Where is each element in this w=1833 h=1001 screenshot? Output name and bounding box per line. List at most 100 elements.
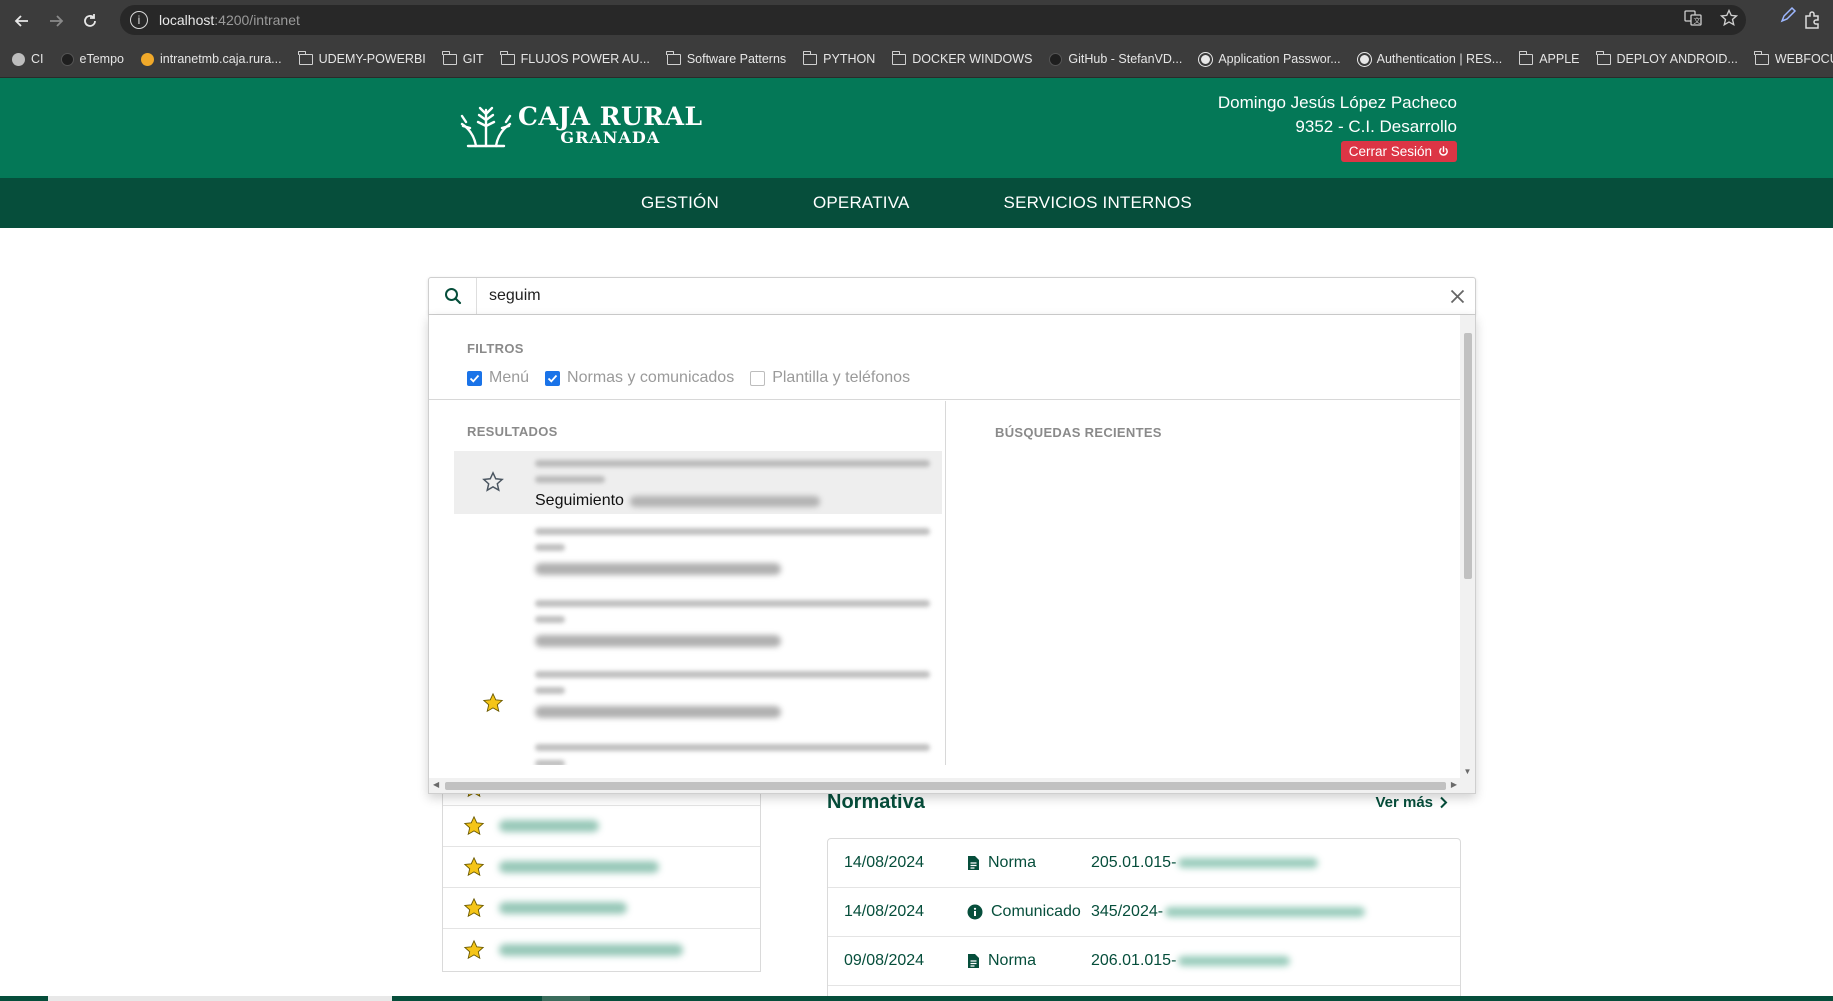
scroll-right-arrow-icon[interactable]: ▶ (1451, 780, 1457, 789)
scrollbar-thumb[interactable] (445, 782, 1446, 790)
caja-rural-logo[interactable]: CAJA RURAL GRANADA (458, 100, 703, 150)
folder-icon (298, 50, 313, 65)
filter-menu-label[interactable]: Menú (489, 369, 529, 387)
site-info-icon[interactable]: i (130, 11, 148, 29)
result-item[interactable]: Seguimiento (454, 451, 942, 514)
favorite-item[interactable] (443, 888, 760, 929)
chevron-right-icon (1440, 796, 1448, 809)
address-url[interactable]: localhost:4200/intranet (159, 12, 300, 28)
result-item[interactable] (454, 521, 942, 581)
filter-menu-checkbox[interactable] (467, 370, 482, 386)
favorite-item[interactable] (443, 806, 760, 847)
folder-icon (1596, 50, 1611, 65)
redacted-link[interactable] (499, 943, 683, 956)
redacted-text (1178, 858, 1319, 868)
info-icon (967, 904, 983, 920)
nav-operativa[interactable]: OPERATIVA (813, 193, 910, 213)
bookmark-deploy-android[interactable]: DEPLOY ANDROID... (1596, 50, 1738, 66)
pen-extension-icon[interactable] (1779, 6, 1797, 29)
nav-gestion[interactable]: GESTIÓN (641, 193, 719, 213)
folder-icon (891, 50, 907, 65)
extensions-icon[interactable] (1803, 10, 1823, 35)
norm-code: 345/2024- (1091, 903, 1164, 920)
favorite-item[interactable] (443, 847, 760, 888)
bookmark-python[interactable]: PYTHON (802, 50, 875, 66)
redacted-text (1178, 956, 1291, 966)
redacted-link[interactable] (499, 861, 659, 873)
ver-mas-link[interactable]: Ver más (1375, 794, 1448, 811)
bookmark-authentication[interactable]: Authentication | RES... (1357, 52, 1502, 66)
globe-icon (12, 52, 25, 66)
redacted-link[interactable] (499, 820, 599, 832)
norm-code: 206.01.015- (1091, 952, 1177, 969)
table-row[interactable]: 14/08/2024 Comunicado 345/2024- (828, 888, 1460, 937)
bookmark-ci[interactable]: CI (12, 52, 44, 66)
result-title (535, 706, 781, 718)
result-breadcrumb (535, 744, 935, 765)
app-header: CAJA RURAL GRANADA Domingo Jesús López P… (0, 78, 1833, 178)
star-filled-icon (463, 939, 485, 959)
redacted-text (629, 495, 820, 507)
wordpress-icon (1357, 52, 1371, 66)
result-breadcrumb (535, 528, 935, 554)
bookmark-application-passwords[interactable]: Application Passwor... (1199, 52, 1341, 66)
reload-button[interactable] (76, 7, 104, 35)
user-name: Domingo Jesús López Pacheco (1217, 93, 1457, 112)
bookmark-github[interactable]: GitHub - StefanVD... (1049, 52, 1182, 66)
star-outline-icon[interactable] (482, 471, 504, 493)
filters-heading: FILTROS (467, 341, 524, 356)
bookmark-udemy[interactable]: UDEMY-POWERBI (298, 50, 426, 66)
filter-normas-checkbox[interactable] (545, 370, 561, 386)
search-input[interactable] (489, 287, 1389, 305)
norm-date: 14/08/2024 (844, 903, 925, 920)
folder-icon (1518, 50, 1534, 65)
bookmark-intranet[interactable]: intranetmb.caja.rura... (140, 52, 282, 66)
scrollbar-thumb[interactable] (1464, 333, 1472, 579)
address-bar[interactable]: i localhost:4200/intranet 文 (120, 5, 1746, 35)
nav-servicios-internos[interactable]: SERVICIOS INTERNOS (1004, 193, 1192, 213)
result-breadcrumb (535, 671, 935, 697)
normativa-title: Normativa (827, 791, 925, 813)
favorites-card (442, 770, 761, 972)
close-icon[interactable] (1447, 286, 1467, 306)
scroll-down-arrow-icon[interactable]: ▼ (1460, 767, 1475, 776)
bookmark-webfocus[interactable]: WEBFOCUS (1754, 50, 1833, 66)
result-item[interactable] (454, 736, 942, 765)
document-icon (968, 856, 979, 870)
folder-icon (802, 50, 818, 65)
filter-normas-label[interactable]: Normas y comunicados (567, 369, 734, 387)
redacted-link[interactable] (499, 902, 627, 914)
horizontal-scrollbar[interactable]: ◀ ▶ (429, 778, 1475, 793)
result-item[interactable] (454, 664, 942, 724)
translate-icon[interactable]: 文 (1684, 9, 1702, 32)
bookmark-git[interactable]: GIT (442, 50, 484, 66)
logout-button[interactable]: Cerrar Sesión (1340, 141, 1457, 162)
table-row[interactable]: 14/08/2024 Norma 205.01.015- (828, 839, 1460, 888)
bookmark-star-icon[interactable] (1719, 8, 1739, 32)
result-title (535, 563, 781, 575)
table-row[interactable]: 09/08/2024 Norma 206.01.015- (828, 937, 1460, 986)
bookmark-flujos[interactable]: FLUJOS POWER AU... (500, 50, 650, 66)
bottom-strip (0, 996, 1833, 1001)
forward-button[interactable] (42, 7, 70, 35)
result-title (535, 635, 781, 647)
user-info: Domingo Jesús López Pacheco 9352 - C.I. … (1218, 92, 1457, 162)
filter-plantilla-checkbox[interactable] (750, 370, 766, 386)
back-button[interactable] (8, 7, 36, 35)
bookmark-software-patterns[interactable]: Software Patterns (666, 50, 786, 66)
results-heading: RESULTADOS (467, 424, 558, 439)
favorite-item[interactable] (443, 929, 760, 970)
bookmark-apple[interactable]: APPLE (1518, 50, 1580, 66)
wordpress-icon (1199, 52, 1213, 66)
scroll-left-arrow-icon[interactable]: ◀ (433, 780, 439, 789)
main-navigation: GESTIÓN OPERATIVA SERVICIOS INTERNOS (0, 178, 1833, 228)
star-filled-icon[interactable] (482, 692, 504, 714)
vertical-scrollbar[interactable]: ▼ (1460, 315, 1475, 779)
bookmarks-bar: CI eTempo intranetmb.caja.rura... UDEMY-… (0, 41, 1833, 78)
result-item[interactable] (454, 593, 942, 653)
bookmark-etempo[interactable]: eTempo (60, 52, 124, 66)
search-dropdown: FILTROS Menú Normas y comunicados Planti… (428, 315, 1476, 794)
bookmark-docker[interactable]: DOCKER WINDOWS (891, 50, 1032, 66)
filter-plantilla-label[interactable]: Plantilla y teléfonos (772, 369, 910, 387)
document-icon (968, 954, 979, 968)
